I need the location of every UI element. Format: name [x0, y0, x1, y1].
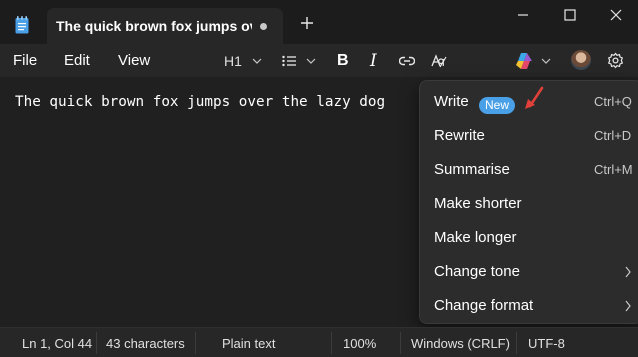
menu-item-change-format[interactable]: Change format: [420, 289, 638, 323]
settings-icon: [607, 52, 624, 69]
maximize-icon[interactable]: [563, 8, 577, 22]
menu-item-label: Rewrite: [434, 127, 485, 144]
chevron-right-icon: [625, 300, 631, 312]
shortcut-label: Ctrl+D: [594, 128, 632, 143]
divider: [96, 332, 97, 354]
clear-formatting-button[interactable]: [431, 44, 447, 77]
copilot-menu: Write New Ctrl+Q Rewrite Ctrl+D Summaris…: [419, 80, 638, 324]
menu-view[interactable]: View: [118, 52, 150, 69]
title-bar: The quick brown fox jumps over: [0, 0, 638, 44]
unsaved-dot-icon[interactable]: [260, 23, 267, 30]
menu-item-make-longer[interactable]: Make longer: [420, 221, 638, 255]
menu-item-label: Change tone: [434, 263, 520, 280]
line-ending[interactable]: Windows (CRLF): [411, 336, 510, 351]
settings-button[interactable]: [607, 44, 624, 77]
new-badge: New: [479, 97, 516, 114]
clear-formatting-icon: [431, 53, 447, 67]
tab-title: The quick brown fox jumps over: [56, 18, 252, 34]
link-icon: [399, 56, 415, 65]
copilot-icon: [516, 52, 532, 69]
divider: [195, 332, 196, 354]
divider: [331, 332, 332, 354]
minimize-icon[interactable]: [516, 8, 530, 22]
character-count[interactable]: 43 characters: [106, 336, 185, 351]
document-tab[interactable]: The quick brown fox jumps over: [47, 8, 283, 44]
shortcut-label: Ctrl+Q: [594, 94, 632, 109]
shortcut-label: Ctrl+M: [594, 162, 633, 177]
bold-icon: B: [337, 51, 349, 69]
avatar[interactable]: [571, 50, 591, 70]
divider: [400, 332, 401, 354]
menu-item-change-tone[interactable]: Change tone: [420, 255, 638, 289]
new-tab-plus-icon[interactable]: [300, 16, 314, 30]
italic-button[interactable]: I: [370, 44, 377, 77]
italic-icon: I: [370, 50, 377, 71]
menu-toolbar: File Edit View H1 B I: [0, 44, 638, 77]
menu-item-label: Make shorter: [434, 195, 522, 212]
menu-edit[interactable]: Edit: [64, 52, 90, 69]
list-icon: [282, 55, 296, 66]
encoding[interactable]: UTF-8: [528, 336, 565, 351]
menu-item-write[interactable]: Write New Ctrl+Q: [420, 85, 638, 119]
chevron-down-icon: [252, 58, 262, 64]
close-icon[interactable]: [609, 8, 623, 22]
menu-item-label: Summarise: [434, 161, 510, 178]
text-format[interactable]: Plain text: [222, 336, 275, 351]
notepad-app-icon: [15, 16, 29, 34]
heading-label: H1: [224, 52, 242, 69]
menu-item-rewrite[interactable]: Rewrite Ctrl+D: [420, 119, 638, 153]
menu-file[interactable]: File: [13, 52, 37, 69]
menu-item-label: Write: [434, 93, 469, 110]
chevron-down-icon: [306, 58, 316, 64]
zoom-level[interactable]: 100%: [343, 336, 376, 351]
menu-item-label: Change format: [434, 297, 534, 314]
bold-button[interactable]: B: [337, 44, 349, 77]
divider: [516, 332, 517, 354]
copilot-dropdown[interactable]: [515, 44, 551, 77]
heading-dropdown[interactable]: H1: [224, 44, 262, 77]
list-dropdown[interactable]: [282, 44, 316, 77]
menu-item-make-shorter[interactable]: Make shorter: [420, 187, 638, 221]
chevron-down-icon: [541, 58, 551, 64]
chevron-right-icon: [625, 266, 631, 278]
document-text: The quick brown fox jumps over the lazy …: [15, 94, 386, 110]
menu-item-summarise[interactable]: Summarise Ctrl+M: [420, 153, 638, 187]
menu-item-label: Make longer: [434, 229, 517, 246]
status-bar: Ln 1, Col 44 43 characters Plain text 10…: [0, 327, 638, 357]
link-button[interactable]: [399, 44, 415, 77]
cursor-position[interactable]: Ln 1, Col 44: [22, 336, 92, 351]
